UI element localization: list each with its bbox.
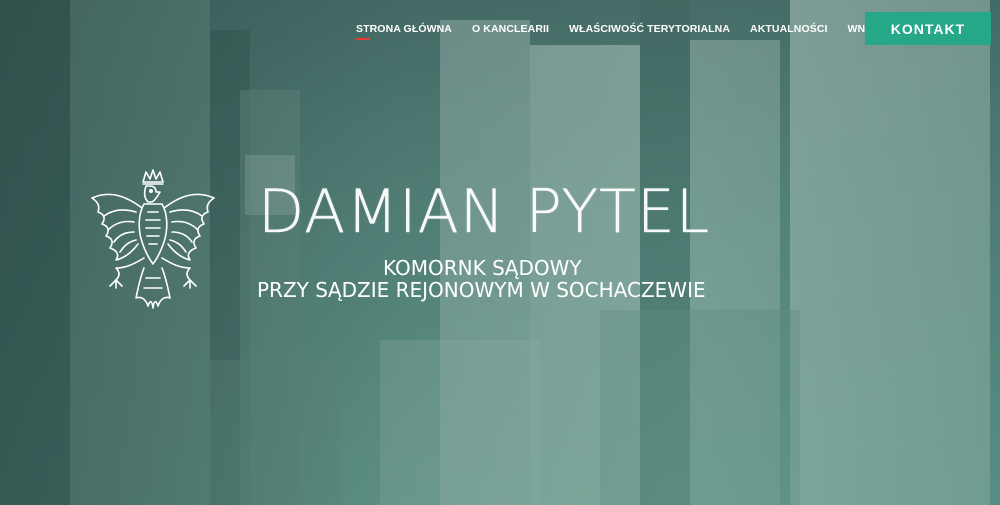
nav-item-news[interactable]: AKTUALNOŚCI (750, 23, 828, 35)
hero-title: DAMIAN PYTEL (258, 177, 711, 247)
nav-item-home[interactable]: STRONA GŁÓWNA (356, 23, 452, 40)
nav-item-about[interactable]: O KANCLEARII (472, 23, 549, 35)
contact-button[interactable]: KONTAKT (865, 12, 991, 45)
white-eagle-emblem-icon (86, 168, 220, 318)
hero-subtitle-line1: KOMORNK SĄDOWY (383, 256, 582, 280)
nav-item-jurisdiction[interactable]: WŁAŚCIWOŚĆ TERYTORIALNA (569, 23, 730, 35)
main-nav: STRONA GŁÓWNA O KANCLEARII WŁAŚCIWOŚĆ TE… (356, 23, 914, 40)
hero-subtitle-line2: PRZY SĄDZIE REJONOWYM W SOCHACZEWIE (257, 278, 706, 302)
